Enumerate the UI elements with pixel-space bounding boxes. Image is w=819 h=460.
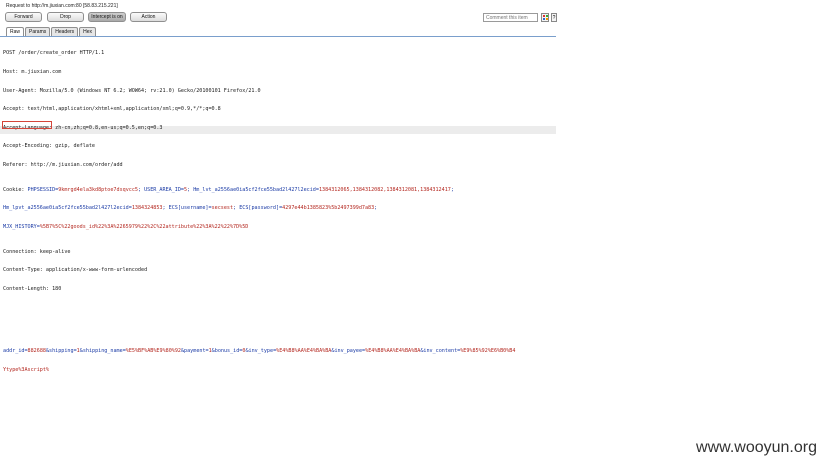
help-button[interactable]: ? [551, 13, 557, 22]
selected-text-outline [2, 121, 52, 129]
tab-headers[interactable]: Headers [51, 27, 79, 36]
param-name: shipping [49, 347, 74, 354]
header-cookie-line-2: Hm_lpvt_a2556ae0ia5cf2fce55bad2l427l2eci… [3, 205, 556, 211]
cookie-name: ; ECS[password] [233, 205, 280, 212]
header-accept-language: Accept-Language: zh-cn,zh;q=0.8,en-us;q=… [3, 124, 163, 131]
header-accept-encoding: Accept-Encoding: gzip, deflate [3, 143, 96, 150]
highlight-color-icon[interactable] [541, 13, 549, 22]
body-params-line-2: Ytype%3Ascript% [3, 367, 556, 373]
header-accept: Accept: text/html,application/xhtml+xml,… [3, 106, 221, 113]
body-params-line-1: addr_id=882688&shipping=1&shipping_name=… [3, 348, 556, 354]
cookie-separator: ; [374, 205, 378, 212]
comment-input[interactable] [483, 13, 538, 22]
cookie-value: 9kmrgd4ela3kd8ptoe7dsqvcc5 [58, 186, 138, 193]
param-name: addr_id [3, 347, 25, 354]
param-name: payment [184, 347, 206, 354]
header-referer: Referer: http://m.jiuxian.com/order/add [3, 161, 123, 168]
header-content-length: Content-Length: 180 [3, 285, 62, 292]
message-tabs: Raw Params Headers Hex [6, 27, 97, 36]
cookie-name: MJX_HISTORY [3, 223, 37, 230]
cookie-name: PHPSESSID [27, 186, 56, 193]
cookie-value: secsest [211, 205, 234, 212]
watermark: www.wooyun.org [696, 439, 817, 456]
cookie-value: 4297e44b1385823%5b2497399d7a83 [282, 205, 375, 212]
cookie-value: 1384312065,1384312082,1384312081,1384312… [318, 186, 451, 193]
param-name: inv_content [423, 347, 458, 354]
forward-button[interactable]: Forward [5, 12, 42, 22]
request-line: POST /order/create_order HTTP/1.1 [3, 50, 105, 57]
tab-raw[interactable]: Raw [6, 27, 25, 36]
param-value: %E5%BF%AB%E9%80%92 [125, 347, 181, 354]
param-name: bonus_id [214, 347, 240, 354]
drop-button[interactable]: Drop [47, 12, 84, 22]
param-value: %E9%85%92%E6%B0%B4 [460, 347, 516, 354]
window-title: Request to http://m.jiuxian.com:80 [58.8… [6, 3, 118, 9]
cookie-name: Hm_lpvt_a2556ae0ia5cf2fce55bad2l427l2eci… [3, 205, 129, 212]
cookie-value: %5B7%5C%22goods_id%22%3A%2265979%22%2C%2… [39, 223, 249, 230]
param-value: %E4%B8%AA%E4%BA%BA [365, 347, 421, 354]
param-name: inv_type [248, 347, 274, 354]
param-name: inv_payee [334, 347, 363, 354]
param-value: Ytype%3Ascript% [3, 366, 50, 373]
raw-request-editor[interactable]: POST /order/create_order HTTP/1.1 Host: … [3, 38, 556, 379]
header-cookie-line-3: MJX_HISTORY=%5B7%5C%22goods_id%22%3A%226… [3, 224, 556, 230]
tab-hex[interactable]: Hex [79, 27, 97, 36]
cookie-name: ; ECS[username] [162, 205, 209, 212]
intercept-toggle-button[interactable]: Intercept is on [88, 12, 126, 22]
tab-divider [0, 36, 556, 37]
header-connection: Connection: keep-alive [3, 248, 71, 255]
tab-params[interactable]: Params [25, 27, 51, 36]
param-name: shipping_name [82, 347, 123, 354]
param-value: 882688 [27, 347, 46, 354]
header-user-agent: User-Agent: Mozilla/5.0 (Windows NT 6.2;… [3, 87, 261, 94]
cookie-label: Cookie: [3, 186, 28, 193]
cookie-value: 1384324853 [131, 205, 163, 212]
header-cookie-line-1: Cookie: PHPSESSID=9kmrgd4ela3kd8ptoe7dsq… [3, 187, 556, 193]
cookie-separator: ; [450, 186, 454, 193]
header-host: Host: m.jiuxian.com [3, 69, 62, 75]
cookie-name: ; Hm_lvt_a2556ae0ia5cf2fce55bad2l427l2ec… [187, 186, 316, 193]
header-content-type: Content-Type: application/x-www-form-url… [3, 267, 148, 274]
param-value: %E4%B8%AA%E4%BA%BA [276, 347, 332, 354]
action-button[interactable]: Action [130, 12, 167, 22]
cookie-name: ; USER_AREA_ID [137, 186, 181, 193]
